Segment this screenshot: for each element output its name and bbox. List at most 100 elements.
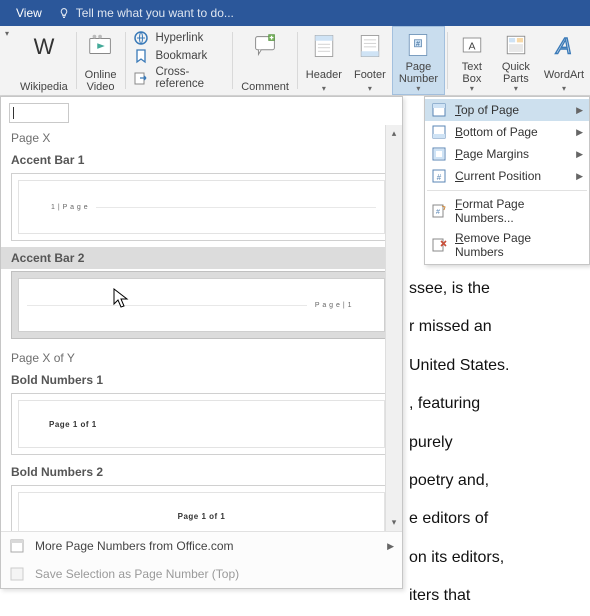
- quick-parts-label: Quick Parts: [502, 61, 530, 85]
- menu-format-page-numbers[interactable]: # Format Page Numbers...: [425, 194, 589, 228]
- page-number-gallery: Page X Accent Bar 1 1 | P a g e Accent B…: [0, 96, 403, 589]
- links-group: Hyperlink Bookmark Cross-reference: [127, 26, 230, 95]
- menu-label: More Page Numbers from Office.com: [35, 539, 234, 553]
- current-position-icon: #: [431, 168, 447, 184]
- thumb-text: 1 | P a g e: [51, 204, 88, 211]
- gallery-item-bold-numbers-1[interactable]: Page 1 of 1: [11, 393, 392, 455]
- save-selection: Save Selection as Page Number (Top): [1, 560, 402, 588]
- footer-icon: [354, 30, 386, 62]
- doc-line: United States.: [409, 347, 586, 385]
- view-tab[interactable]: View: [6, 4, 52, 22]
- chevron-down-icon: ▾: [5, 29, 9, 38]
- doc-line: on its editors,: [409, 539, 586, 577]
- thumb-text: P a g e | 1: [315, 302, 352, 309]
- crossref-button[interactable]: Cross-reference: [133, 66, 224, 90]
- page-number-button[interactable]: # Page Number ▾: [392, 26, 445, 95]
- bookmark-icon: [133, 48, 149, 64]
- gallery-scrollbar[interactable]: ▴ ▾: [385, 125, 402, 531]
- gallery-item-label: Bold Numbers 1: [1, 369, 402, 391]
- scroll-down-icon[interactable]: ▾: [386, 514, 402, 531]
- quick-parts-icon: [500, 30, 532, 59]
- comment-icon: [249, 30, 281, 62]
- submenu-arrow-icon: ▶: [387, 541, 394, 552]
- hyperlink-label: Hyperlink: [155, 32, 203, 44]
- menu-label: Top of Page: [455, 103, 519, 117]
- thumb-preview: 1 | P a g e: [18, 180, 385, 234]
- chevron-down-icon: ▾: [514, 84, 518, 93]
- bookmark-button[interactable]: Bookmark: [133, 48, 224, 64]
- hyperlink-icon: [133, 30, 149, 46]
- menu-bottom-of-page[interactable]: Bottom of Page ▶: [425, 121, 589, 143]
- document-body: ssee, is the r missed an United States. …: [403, 270, 586, 616]
- menu-label: Save Selection as Page Number (Top): [35, 567, 239, 581]
- menu-page-margins[interactable]: Page Margins ▶: [425, 143, 589, 165]
- menu-remove-page-numbers[interactable]: Remove Page Numbers: [425, 228, 589, 262]
- gallery-item-accent-bar-1[interactable]: 1 | P a g e: [11, 173, 392, 241]
- chevron-down-icon: ▾: [416, 84, 420, 93]
- more-page-numbers[interactable]: More Page Numbers from Office.com ▶: [1, 532, 402, 560]
- page-number-label: Page Number: [399, 61, 438, 85]
- hyperlink-button[interactable]: Hyperlink: [133, 30, 224, 46]
- lightbulb-icon: [58, 7, 70, 19]
- office-icon: [9, 538, 25, 554]
- doc-line: r missed an: [409, 308, 586, 346]
- save-selection-icon: [9, 566, 25, 582]
- footer-button[interactable]: Footer ▾: [348, 26, 392, 95]
- tell-me-label: Tell me what you want to do...: [76, 6, 234, 20]
- format-page-numbers-icon: #: [431, 203, 447, 219]
- page-margins-icon: [431, 146, 447, 162]
- doc-line: e editors of: [409, 500, 586, 538]
- header-icon: [308, 30, 340, 62]
- gallery-search-input[interactable]: [9, 103, 69, 123]
- doc-line: iters that: [409, 577, 586, 615]
- menu-current-position[interactable]: # Current Position ▶: [425, 165, 589, 187]
- ribbon: ▾ W Wikipedia Online Video Hyperlink Boo…: [0, 26, 590, 96]
- text-box-label: Text Box: [462, 61, 482, 85]
- doc-line: ssee, is the: [409, 270, 586, 308]
- crossref-icon: [133, 70, 149, 86]
- quick-parts-button[interactable]: Quick Parts ▾: [494, 26, 538, 95]
- gallery-item-accent-bar-2[interactable]: P a g e | 1: [11, 271, 392, 339]
- wikipedia-icon: W: [28, 30, 60, 62]
- doc-line: purely: [409, 424, 586, 462]
- gallery-item-bold-numbers-2[interactable]: Page 1 of 1: [11, 485, 392, 531]
- gallery-item-label: Accent Bar 1: [1, 149, 402, 171]
- submenu-arrow-icon: ▶: [576, 149, 583, 160]
- page-number-menu: Top of Page ▶ Bottom of Page ▶ Page Marg…: [424, 96, 590, 265]
- wikipedia-button[interactable]: W Wikipedia: [14, 26, 74, 95]
- svg-text:#: #: [437, 173, 442, 182]
- doc-line: poetry and,: [409, 462, 586, 500]
- wordart-button[interactable]: A WordArt ▾: [538, 26, 590, 95]
- scroll-up-icon[interactable]: ▴: [386, 125, 402, 142]
- chevron-down-icon: ▾: [322, 84, 326, 93]
- video-icon: [85, 30, 117, 62]
- menu-label: Page Margins: [455, 147, 529, 161]
- gallery-section-page-x-of-y: Page X of Y: [1, 345, 402, 369]
- svg-text:#: #: [416, 41, 420, 48]
- gallery-section-page-x: Page X: [1, 125, 402, 149]
- ribbon-prev[interactable]: ▾: [0, 26, 14, 95]
- menu-label: Bottom of Page: [455, 125, 538, 139]
- submenu-arrow-icon: ▶: [576, 105, 583, 116]
- bottom-of-page-icon: [431, 124, 447, 140]
- text-box-button[interactable]: A Text Box ▾: [450, 26, 494, 95]
- thumb-preview: Page 1 of 1: [18, 492, 385, 531]
- svg-text:A: A: [468, 40, 475, 52]
- online-video-button[interactable]: Online Video: [79, 26, 123, 95]
- text-box-icon: A: [456, 30, 488, 59]
- chevron-down-icon: ▾: [368, 84, 372, 93]
- svg-text:W: W: [33, 34, 54, 59]
- header-button[interactable]: Header ▾: [300, 26, 348, 95]
- footer-label: Footer: [354, 69, 386, 81]
- wikipedia-label: Wikipedia: [20, 81, 68, 93]
- svg-text:A: A: [554, 34, 571, 59]
- submenu-arrow-icon: ▶: [576, 171, 583, 182]
- wordart-icon: A: [548, 30, 580, 62]
- thumb-text: Page 1 of 1: [178, 512, 226, 521]
- tell-me[interactable]: Tell me what you want to do...: [58, 6, 234, 20]
- menu-top-of-page[interactable]: Top of Page ▶: [425, 99, 589, 121]
- title-bar: View Tell me what you want to do...: [0, 0, 590, 26]
- video-label: Online Video: [85, 69, 117, 93]
- comment-button[interactable]: Comment: [235, 26, 295, 95]
- gallery-footer: More Page Numbers from Office.com ▶ Save…: [1, 531, 402, 588]
